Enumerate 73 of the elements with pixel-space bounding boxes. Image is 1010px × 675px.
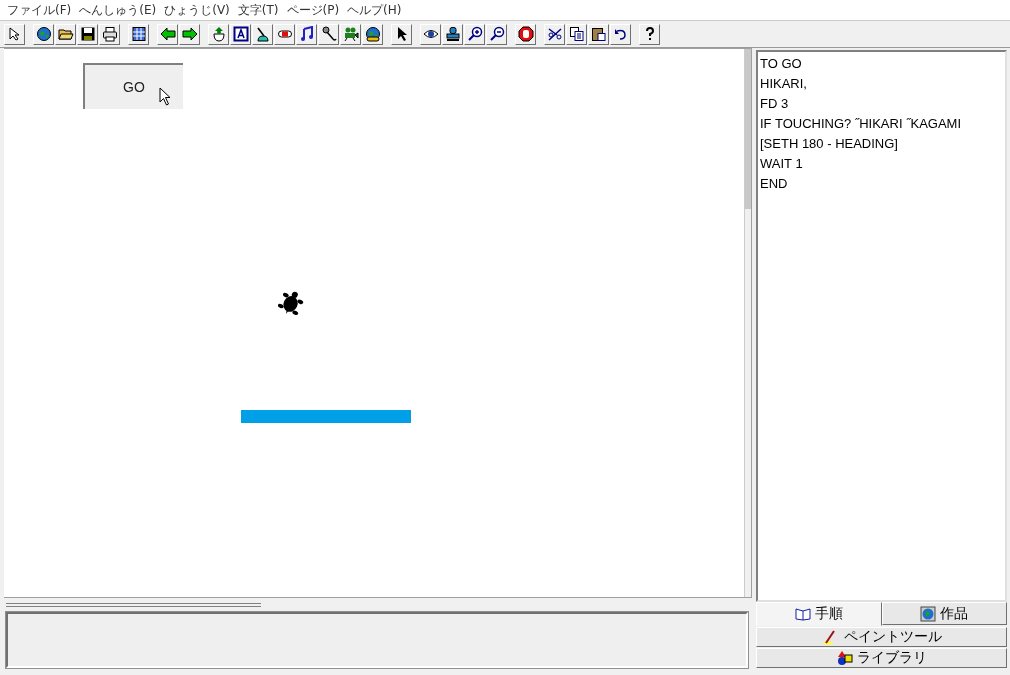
panel-tab[interactable]: 作品 <box>881 602 1007 625</box>
scissors-icon <box>546 26 563 42</box>
print-button[interactable] <box>99 23 120 45</box>
copy-icon <box>568 26 585 42</box>
save-button[interactable] <box>77 23 98 45</box>
globe-icon <box>35 26 52 42</box>
procedure-editor[interactable]: TO GO HIKARI, FD 3 IF TOUCHING? ˝HIKARI ˝KAGAMI [SETH 180 - HEADING] WAIT 1 END <box>756 50 1007 602</box>
select-button[interactable] <box>4 23 25 45</box>
columns-icon <box>130 26 147 42</box>
back-button[interactable] <box>157 23 178 45</box>
pointer-button[interactable] <box>391 23 412 45</box>
globe-icon <box>920 605 937 622</box>
menu-item[interactable]: へんしゅう(E) <box>75 1 161 19</box>
panel-tab[interactable]: ライブラリ <box>756 648 1007 668</box>
arrow-left-icon <box>159 26 176 42</box>
zoom-in-button[interactable] <box>464 23 485 45</box>
menu-item[interactable]: ファイル(F) <box>3 1 76 19</box>
paste-icon <box>590 26 607 42</box>
menu-item[interactable]: ひょうじ(V) <box>160 1 234 19</box>
open-button[interactable] <box>55 23 76 45</box>
printer-icon <box>101 26 118 42</box>
music-note-icon <box>298 26 315 42</box>
paste-button[interactable] <box>588 23 609 45</box>
stamp-button[interactable] <box>442 23 463 45</box>
menu-item[interactable]: ヘルプ(H) <box>343 1 406 19</box>
show-button[interactable] <box>420 23 441 45</box>
microphone-button[interactable] <box>318 23 339 45</box>
book-icon <box>794 607 811 621</box>
panel-tab[interactable]: 手順 <box>756 602 882 626</box>
go-button[interactable]: GO <box>83 63 183 109</box>
turtle-button[interactable] <box>208 23 229 45</box>
folder-icon <box>57 26 74 42</box>
scrollbar[interactable] <box>744 49 751 597</box>
globe-button[interactable] <box>33 23 54 45</box>
capsule-button[interactable] <box>274 23 295 45</box>
lamp-icon <box>254 26 271 42</box>
code-line: TO GO <box>760 55 803 73</box>
panel-tab[interactable]: ペイントツール <box>756 627 1007 647</box>
camera-icon <box>342 26 359 42</box>
save-icon <box>79 26 96 42</box>
copy-button[interactable] <box>566 23 587 45</box>
music-button[interactable] <box>296 23 317 45</box>
shapes-icon <box>836 650 853 666</box>
stop-hand-icon <box>517 26 534 42</box>
zoom-in-icon <box>466 26 483 42</box>
undo-button[interactable] <box>610 23 631 45</box>
cut-button[interactable] <box>544 23 565 45</box>
code-line: WAIT 1 <box>760 155 804 173</box>
code-line: [SETH 180 - HEADING] <box>760 135 899 153</box>
stop-button[interactable] <box>515 23 536 45</box>
menu-item[interactable]: 文字(T) <box>233 1 283 19</box>
arrow-right-icon <box>181 26 198 42</box>
code-line: IF TOUCHING? ˝HIKARI ˝KAGAMI <box>760 115 963 133</box>
text-icon <box>232 26 249 42</box>
zoom-out-button[interactable] <box>486 23 507 45</box>
zoom-out-icon <box>488 26 505 42</box>
help-button[interactable] <box>639 23 660 45</box>
stamp-icon <box>444 26 461 42</box>
video-button[interactable] <box>340 23 361 45</box>
layout-button[interactable] <box>128 23 149 45</box>
link-button[interactable] <box>362 23 383 45</box>
code-line: HIKARI, <box>760 75 808 93</box>
text-button[interactable] <box>230 23 251 45</box>
plant-pot-icon <box>210 26 227 42</box>
menu-item[interactable]: ページ(P) <box>282 1 344 19</box>
code-line: FD 3 <box>760 95 790 113</box>
forward-button[interactable] <box>179 23 200 45</box>
mouse-cursor-icon <box>159 87 173 107</box>
code-line: END <box>760 175 789 193</box>
microphone-icon <box>320 26 337 42</box>
turtle-icon <box>278 290 304 316</box>
globe-chain-icon <box>364 26 381 42</box>
lamp-button[interactable] <box>252 23 273 45</box>
